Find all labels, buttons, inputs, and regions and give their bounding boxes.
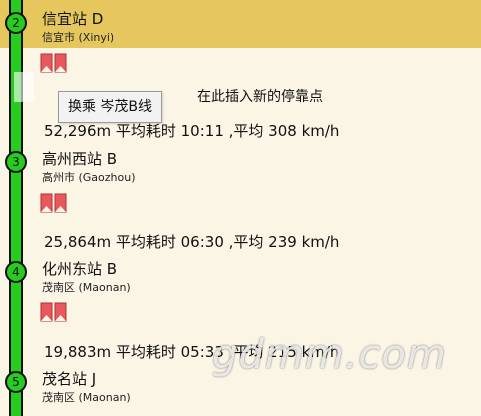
stop-name[interactable]: 高州西站 B (42, 148, 117, 169)
stop-name[interactable]: 茂名站 J (42, 368, 96, 389)
stop-city: 信宜市 (Xinyi) (42, 31, 115, 44)
stop-city: 茂南区 (Maonan) (42, 391, 131, 404)
stop-name[interactable]: 信宜站 D (42, 8, 103, 29)
stop-city: 茂南区 (Maonan) (42, 281, 131, 294)
bookmark-icon[interactable] (40, 302, 68, 322)
bookmark-icon[interactable] (40, 193, 68, 213)
segment-info: 25,864m 平均耗时 06:30 ,平均 239 km/h (44, 233, 340, 251)
transfer-tooltip[interactable]: 换乘 岑茂B线 (58, 91, 162, 123)
stop-node-2[interactable]: 2 (5, 12, 27, 34)
insert-stop-hint[interactable]: 在此插入新的停靠点 (197, 86, 323, 106)
segment-info: 52,296m 平均耗时 10:11 ,平均 308 km/h (44, 122, 340, 140)
stop-node-4[interactable]: 4 (5, 261, 27, 283)
drag-handle[interactable] (14, 72, 34, 102)
bookmark-icon[interactable] (40, 53, 68, 73)
watermark: gdmm.com (212, 332, 447, 378)
stop-city: 高州市 (Gaozhou) (42, 171, 136, 184)
stop-node-3[interactable]: 3 (5, 151, 27, 173)
stop-name[interactable]: 化州东站 B (42, 258, 117, 279)
stop-node-5[interactable]: 5 (5, 371, 27, 393)
route-line (9, 0, 23, 416)
